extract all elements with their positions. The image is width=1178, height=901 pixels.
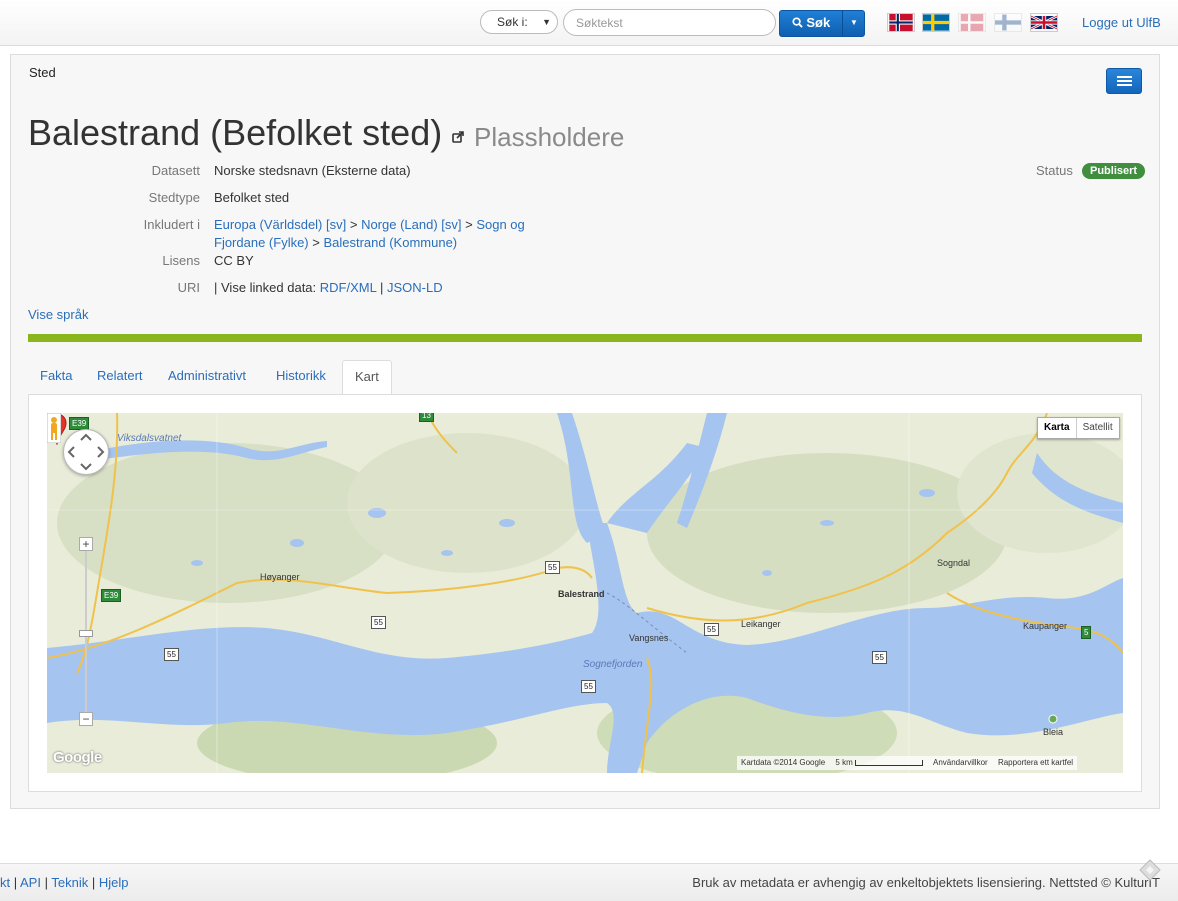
uri-prefix: | Vise linked data: <box>214 280 317 295</box>
zoom-slider-track[interactable] <box>85 539 87 719</box>
hamburger-icon <box>1117 76 1132 78</box>
tab-kart[interactable]: Kart <box>342 360 392 395</box>
caret-down-icon: ▼ <box>850 18 858 27</box>
footer-link-api[interactable]: API <box>20 875 41 890</box>
map-place-label: Høyanger <box>260 572 300 582</box>
stedtype-label: Stedtype <box>148 190 200 205</box>
norwegian-flag-icon[interactable] <box>887 13 915 32</box>
map-report-link[interactable]: Rapportera ett kartfel <box>994 758 1077 767</box>
show-languages-link[interactable]: Vise språk <box>28 307 88 322</box>
included-link-europa[interactable]: Europa (Världsdel) [sv] <box>214 217 346 232</box>
uri-value: | Vise linked data: RDF/XML | JSON-LD <box>214 280 443 295</box>
included-link-balestrand[interactable]: Balestrand (Kommune) <box>323 235 457 250</box>
search-options-toggle[interactable]: ▼ <box>842 11 865 36</box>
map-water-label: Viksdalsvatnet <box>117 433 182 444</box>
placeholder-label: Plassholdere <box>474 122 625 152</box>
tab-historikk[interactable]: Historikk <box>264 360 338 393</box>
included-label: Inkludert i <box>143 217 200 232</box>
accent-divider <box>28 334 1142 342</box>
map-scale[interactable]: 5 km <box>831 758 926 767</box>
record-panel: Sted Balestrand (Befolket sted) Plasshol… <box>10 54 1160 809</box>
dataset-label: Datasett <box>151 163 200 178</box>
road-shield: 55 <box>164 648 179 661</box>
danish-flag-icon[interactable] <box>958 13 986 32</box>
external-link-icon[interactable] <box>452 131 464 143</box>
map-place-label: Leikanger <box>741 619 781 629</box>
top-navbar: Søk i: ▼ Søk ▼ Logge ut UlfB <box>0 0 1178 46</box>
included-path: Europa (Världsdel) [sv] > Norge (Land) [… <box>214 217 525 250</box>
road-shield: 55 <box>704 623 719 636</box>
swedish-flag-icon[interactable] <box>922 13 950 32</box>
map-place-label: Sogndal <box>937 558 971 568</box>
json-ld-link[interactable]: JSON-LD <box>387 280 443 295</box>
footer: kt | API | Teknik | Hjelp Bruk av metada… <box>0 863 1178 901</box>
street-view-pegman-icon[interactable] <box>47 413 61 443</box>
zoom-in-button[interactable]: + <box>79 537 93 551</box>
footer-links: kt | API | Teknik | Hjelp <box>0 875 129 890</box>
uri-label: URI <box>177 280 200 295</box>
status-label: Status <box>1036 163 1073 178</box>
road-shield: 13 <box>419 413 434 422</box>
tab-administrativt[interactable]: Administrativt <box>156 360 258 393</box>
road-shield: 5 <box>1081 626 1092 639</box>
uk-flag-icon[interactable] <box>1030 13 1058 32</box>
map-data-credit: Kartdata ©2014 Google <box>741 758 826 767</box>
map-view[interactable]: Viksdalsvatnet Sognefjorden Balestrand H… <box>47 413 1123 773</box>
footer-link-kontakt[interactable]: kt <box>0 875 10 890</box>
license-label: Lisens <box>162 253 200 268</box>
hamburger-icon-line <box>1117 84 1132 86</box>
road-shield: 55 <box>872 651 887 664</box>
kulturit-logo-icon <box>1139 859 1161 881</box>
search-button-main[interactable]: Søk <box>780 11 842 36</box>
license-link[interactable]: CC BY <box>214 252 254 270</box>
caret-down-icon: ▼ <box>542 17 551 27</box>
zoom-slider-handle[interactable] <box>79 630 93 637</box>
dataset-link[interactable]: Norske stedsnavn (Eksterne data) <box>214 162 411 180</box>
tab-content-kart: Viksdalsvatnet Sognefjorden Balestrand H… <box>28 394 1142 792</box>
search-scope-select[interactable]: Søk i: ▼ <box>480 10 558 34</box>
page-title: Balestrand (Befolket sted) <box>28 112 443 153</box>
search-input[interactable] <box>563 9 776 36</box>
search-button[interactable]: Søk ▼ <box>779 10 865 37</box>
map-terms-link[interactable]: Användarvillkor <box>929 758 992 767</box>
map-type-satellite-button[interactable]: Satellit <box>1077 418 1119 438</box>
map-type-control: Karta Satellit <box>1037 417 1120 439</box>
hamburger-icon-line <box>1117 80 1132 82</box>
tab-relatert[interactable]: Relatert <box>85 360 155 393</box>
tab-fakta[interactable]: Fakta <box>28 360 85 393</box>
road-shield: 55 <box>545 561 560 574</box>
pan-control[interactable] <box>63 429 109 475</box>
map-attribution: Kartdata ©2014 Google 5 km Användarvillk… <box>737 756 1078 770</box>
map-place-label: Bleia <box>1043 727 1064 737</box>
search-icon <box>792 17 803 28</box>
menu-button[interactable] <box>1106 68 1142 94</box>
map-scale-bar <box>854 759 923 766</box>
footer-link-hjelp[interactable]: Hjelp <box>99 875 129 890</box>
map-type-map-button[interactable]: Karta <box>1038 418 1077 438</box>
object-type-label: Sted <box>29 65 56 80</box>
google-logo: Google <box>53 749 102 766</box>
zoom-out-button[interactable]: − <box>79 712 93 726</box>
map-place-label: Balestrand <box>558 589 605 599</box>
map-place-label: Kaupanger <box>1023 621 1068 631</box>
map-water-label: Sognefjorden <box>583 659 643 670</box>
finnish-flag-icon[interactable] <box>994 13 1022 32</box>
road-shield: 55 <box>371 616 386 629</box>
road-shield: E39 <box>101 589 122 602</box>
search-button-label: Søk <box>806 15 831 30</box>
footer-copyright: Bruk av metadata er avhengig av enkeltob… <box>692 875 1160 890</box>
status-badge: Publisert <box>1082 163 1146 179</box>
stedtype-link[interactable]: Befolket sted <box>214 189 289 207</box>
included-link-norge[interactable]: Norge (Land) [sv] <box>361 217 461 232</box>
footer-link-teknik[interactable]: Teknik <box>51 875 88 890</box>
map-scale-label: 5 km <box>835 758 853 767</box>
rdf-xml-link[interactable]: RDF/XML <box>320 280 377 295</box>
road-shield: 55 <box>581 680 596 693</box>
search-scope-label: Søk i: <box>497 15 528 29</box>
pan-arrows-icon <box>67 433 105 471</box>
logout-link[interactable]: Logge ut UlfB <box>1082 15 1161 30</box>
map-place-label: Vangsnes <box>629 633 669 643</box>
